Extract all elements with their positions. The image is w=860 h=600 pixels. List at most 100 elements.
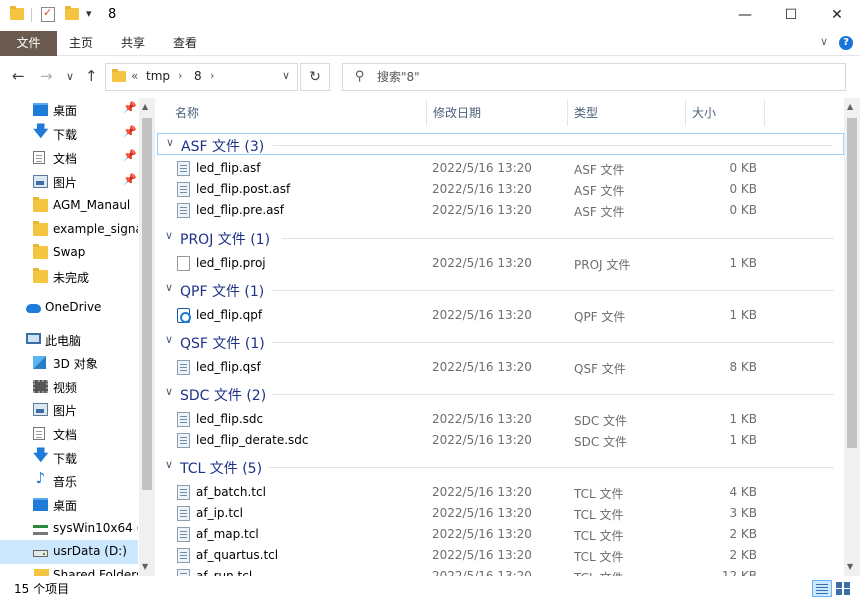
column-divider[interactable] xyxy=(764,100,765,126)
nav-item-label: sysWin10x64 (C xyxy=(53,521,138,535)
scroll-down-arrow[interactable]: ▼ xyxy=(847,562,853,571)
nav-item[interactable]: 🡇 下载 xyxy=(0,446,138,470)
group-header[interactable]: ∨ TCL 文件 (5) xyxy=(157,456,844,478)
file-row[interactable]: af_map.tcl 2022/5/16 13:20 TCL 文件 2 KB xyxy=(157,524,844,545)
scrollbar-thumb[interactable] xyxy=(847,118,857,448)
close-button[interactable]: ✕ xyxy=(814,0,860,31)
properties-icon[interactable] xyxy=(41,6,55,22)
file-date-modified: 2022/5/16 13:20 xyxy=(432,548,532,562)
nav-item[interactable]: 文档 📌 xyxy=(0,146,138,170)
hidden-path-chevrons[interactable]: « xyxy=(131,69,138,83)
file-row[interactable]: led_flip.proj 2022/5/16 13:20 PROJ 文件 1 KB xyxy=(157,253,844,274)
file-row[interactable]: led_flip.post.asf 2022/5/16 13:20 ASF 文件 0 … xyxy=(157,179,844,200)
nav-item[interactable]: Shared Folders xyxy=(0,564,138,576)
collapse-group-icon[interactable]: ∨ xyxy=(165,333,173,346)
file-row[interactable]: af_batch.tcl 2022/5/16 13:20 TCL 文件 4 KB xyxy=(157,482,844,503)
file-row[interactable]: af_run.tcl 2022/5/16 13:20 TCL 文件 12 KB xyxy=(157,566,844,576)
nav-pane-scrollbar[interactable]: ▲ ▼ xyxy=(139,98,155,576)
nav-item[interactable]: 图片 📌 xyxy=(0,170,138,194)
column-date-modified[interactable]: 修改日期 xyxy=(415,98,557,128)
scrollbar-thumb[interactable] xyxy=(142,118,152,490)
column-type[interactable]: 类型 xyxy=(556,98,676,128)
group-header[interactable]: ∨ PROJ 文件 (1) xyxy=(157,227,844,249)
nav-item[interactable]: 图片 xyxy=(0,398,138,422)
breadcrumb-separator[interactable]: › xyxy=(210,69,214,82)
column-name[interactable]: 名称 xyxy=(157,98,427,128)
column-size[interactable]: 大小 xyxy=(674,98,764,128)
nav-item-label: Shared Folders xyxy=(53,568,138,576)
pin-icon: 📌 xyxy=(123,125,137,138)
file-type: TCL 文件 xyxy=(574,569,624,576)
nav-item[interactable]: 3D 对象 xyxy=(0,351,138,375)
recent-locations-button[interactable]: ∨ xyxy=(66,70,74,83)
customize-toolbar-icon[interactable]: ▾ xyxy=(86,7,92,20)
file-row[interactable]: led_flip_derate.sdc 2022/5/16 13:20 SDC 文件… xyxy=(157,430,844,451)
file-row[interactable]: af_ip.tcl 2022/5/16 13:20 TCL 文件 3 KB xyxy=(157,503,844,524)
breadcrumb-tmp[interactable]: tmp xyxy=(146,69,170,83)
nav-item[interactable]: 视频 xyxy=(0,375,138,399)
nav-item[interactable]: AGM_Manaul xyxy=(0,194,138,218)
file-list-scrollbar[interactable]: ▲ ▼ xyxy=(844,98,860,576)
nav-item[interactable]: 文档 xyxy=(0,422,138,446)
file-row[interactable]: led_flip.qpf 2022/5/16 13:20 QPF 文件 1 KB xyxy=(157,305,844,326)
breadcrumb-8[interactable]: 8 xyxy=(194,69,202,83)
nav-item[interactable]: 🡇 下载 📌 xyxy=(0,122,138,146)
back-button[interactable]: ← xyxy=(12,67,25,85)
music-icon: ♪ xyxy=(35,469,46,487)
address-bar[interactable]: « tmp › 8 › ∨ xyxy=(105,63,298,91)
new-folder-icon[interactable] xyxy=(65,6,79,20)
nav-item[interactable]: Swap xyxy=(0,241,138,265)
group-header[interactable]: ∨ QPF 文件 (1) xyxy=(157,279,844,301)
group-title: QSF 文件 (1) xyxy=(180,336,265,352)
minimize-button[interactable]: — xyxy=(722,0,768,31)
file-row[interactable]: led_flip.qsf 2022/5/16 13:20 QSF 文件 8 KB xyxy=(157,357,844,378)
maximize-button[interactable]: ☐ xyxy=(768,0,814,31)
breadcrumb-separator[interactable]: › xyxy=(178,69,182,82)
nav-item[interactable]: 此电脑 xyxy=(0,328,138,352)
refresh-button[interactable]: ↻ xyxy=(300,63,330,91)
file-name: led_flip_derate.sdc xyxy=(196,433,309,447)
tab-file[interactable]: 文件 xyxy=(0,31,57,56)
group-divider xyxy=(269,467,834,468)
forward-button[interactable]: → xyxy=(40,67,53,85)
file-row[interactable]: af_quartus.tcl 2022/5/16 13:20 TCL 文件 2 KB xyxy=(157,545,844,566)
file-row[interactable]: led_flip.pre.asf 2022/5/16 13:20 ASF 文件 0 K… xyxy=(157,200,844,221)
column-headers: 名称 修改日期 类型 ^ 大小 xyxy=(157,98,844,128)
collapse-group-icon[interactable]: ∨ xyxy=(165,229,173,242)
nav-item[interactable]: 桌面 xyxy=(0,493,138,517)
group-header[interactable]: ∨ ASF 文件 (3) xyxy=(157,133,844,155)
scroll-up-arrow[interactable]: ▲ xyxy=(847,102,853,111)
address-dropdown-icon[interactable]: ∨ xyxy=(282,69,290,82)
details-view-icon[interactable] xyxy=(812,580,832,597)
group-header[interactable]: ∨ QSF 文件 (1) xyxy=(157,331,844,353)
nav-item-label: 文档 xyxy=(53,428,78,442)
nav-item[interactable]: 未完成 xyxy=(0,265,138,289)
nav-item[interactable]: example_signa xyxy=(0,218,138,242)
help-icon[interactable]: ? xyxy=(839,36,853,50)
nav-item[interactable]: usrData (D:) xyxy=(0,540,138,564)
scroll-down-arrow[interactable]: ▼ xyxy=(142,562,148,571)
scroll-up-arrow[interactable]: ▲ xyxy=(142,102,148,111)
collapse-group-icon[interactable]: ∨ xyxy=(165,458,173,471)
nav-item[interactable]: OneDrive xyxy=(0,296,138,320)
file-row[interactable]: led_flip.asf 2022/5/16 13:20 ASF 文件 0 KB xyxy=(157,158,844,179)
blank-file-icon xyxy=(177,256,190,271)
large-icons-view-icon[interactable] xyxy=(835,581,851,596)
file-size: 2 KB xyxy=(729,548,757,562)
expand-ribbon-icon[interactable]: ∨ xyxy=(820,35,828,48)
tab-home[interactable]: 主页 xyxy=(69,31,93,56)
tab-share[interactable]: 共享 xyxy=(121,31,145,56)
group-header[interactable]: ∨ SDC 文件 (2) xyxy=(157,383,844,405)
nav-item[interactable]: 桌面 📌 xyxy=(0,98,138,122)
file-row[interactable]: led_flip.sdc 2022/5/16 13:20 SDC 文件 1 KB xyxy=(157,409,844,430)
nav-item[interactable]: ♪ 音乐 xyxy=(0,469,138,493)
folder-icon xyxy=(33,244,48,259)
nav-item[interactable]: sysWin10x64 (C xyxy=(0,517,138,541)
tab-view[interactable]: 查看 xyxy=(173,31,197,56)
up-button[interactable]: ↑ xyxy=(85,67,98,85)
search-box[interactable]: ⚲ xyxy=(342,63,846,91)
search-input[interactable] xyxy=(377,67,777,87)
collapse-group-icon[interactable]: ∨ xyxy=(165,385,173,398)
collapse-group-icon[interactable]: ∨ xyxy=(165,281,173,294)
collapse-group-icon[interactable]: ∨ xyxy=(166,136,174,149)
